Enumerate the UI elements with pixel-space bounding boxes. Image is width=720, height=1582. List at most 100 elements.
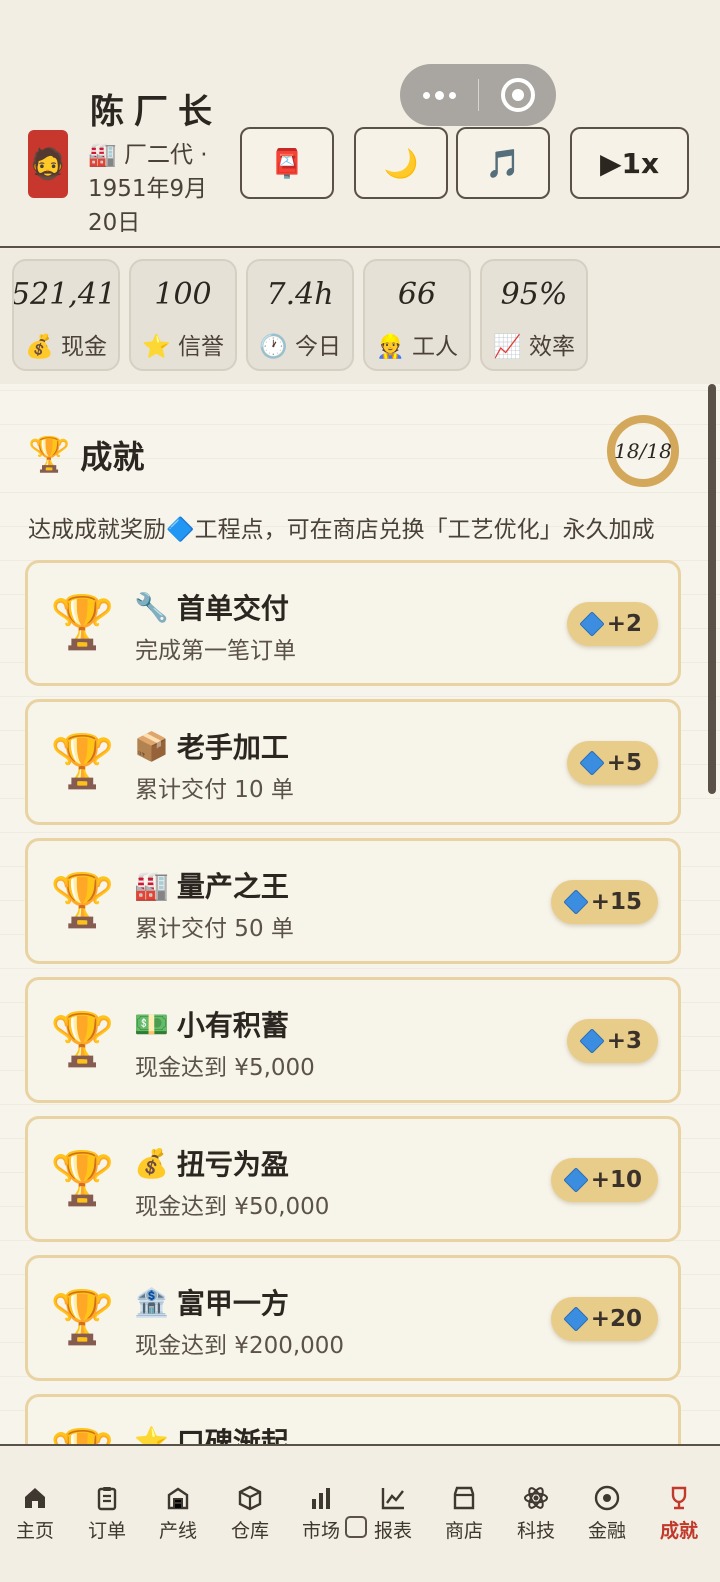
stat-label: 📈 效率	[493, 334, 575, 360]
dot-icon	[448, 91, 456, 99]
mailbox-icon: 📮	[269, 146, 305, 180]
achievement-title-row: 📦 老手加工	[134, 726, 289, 766]
diamond-icon	[562, 889, 589, 915]
achievement-title: 富甲一方	[176, 1287, 289, 1320]
nav-item-0[interactable]: 主页	[0, 1482, 70, 1543]
achievement-title-row: 🔧 首单交付	[134, 587, 289, 627]
more-menu-button[interactable]	[400, 64, 478, 126]
nav-label: 科技	[516, 1520, 555, 1542]
achievement-card[interactable]: 🏆 🔧 首单交付 完成第一笔订单 +2	[25, 560, 681, 686]
dot-icon	[434, 90, 444, 100]
trophy-icon: 🏆	[50, 871, 115, 931]
reward-value: +5	[606, 750, 642, 776]
scrollbar[interactable]	[708, 384, 716, 794]
nav-item-1[interactable]: 订单	[72, 1482, 142, 1543]
achievement-card[interactable]: 🏆 💵 小有积蓄 现金达到 ¥5,000 +3	[25, 977, 681, 1103]
achievement-title-row: ⭐ 口碑渐起	[134, 1421, 289, 1445]
bottom-nav: 主页 订单 产线 仓库 市场 报表 商店 科技 金融 成就	[0, 1444, 720, 1582]
achievement-emoji-icon: 📦	[134, 729, 169, 763]
diamond-icon	[578, 1028, 605, 1054]
trophy-icon: 🏆	[50, 593, 115, 653]
achievement-title: 首单交付	[176, 592, 289, 625]
trophy-icon: 🏆	[50, 1149, 115, 1209]
achievement-desc: 现金达到 ¥50,000	[135, 1194, 330, 1220]
section-header: 🏆 成就	[28, 432, 144, 478]
achievement-card[interactable]: 🏆 💰 扭亏为盈 现金达到 ¥50,000 +10	[25, 1116, 681, 1242]
achievement-title-row: 🏦 富甲一方	[134, 1282, 289, 1322]
stat-value: 100	[154, 277, 212, 312]
speed-button[interactable]: ▶1x	[570, 127, 689, 199]
achievement-card[interactable]: 🏆 ⭐ 口碑渐起	[25, 1394, 681, 1444]
achievement-title: 老手加工	[176, 731, 289, 764]
achievement-card[interactable]: 🏆 📦 老手加工 累计交付 10 单 +5	[25, 699, 681, 825]
stat-today[interactable]: 7.4h 🕐 今日	[246, 259, 354, 371]
nav-label: 主页	[15, 1520, 54, 1542]
diamond-icon	[562, 1306, 589, 1332]
stat-label: 🕐 今日	[259, 334, 341, 360]
diamond-icon	[562, 1167, 589, 1193]
nav-item-7[interactable]: 科技	[501, 1482, 571, 1543]
diamond-icon	[578, 750, 605, 776]
nav-item-6[interactable]: 商店	[429, 1482, 499, 1543]
achievement-emoji-icon: 🔧	[134, 590, 169, 624]
shop-icon	[453, 1486, 475, 1510]
nav-item-5[interactable]: 报表	[358, 1482, 428, 1543]
achievement-title-row: 💰 扭亏为盈	[134, 1143, 289, 1183]
trophy-icon: 🏆	[28, 435, 71, 475]
nav-item-3[interactable]: 仓库	[215, 1482, 285, 1543]
nav-item-9[interactable]: 成就	[644, 1482, 714, 1543]
achievement-progress-ring: 18/18	[606, 414, 680, 488]
achievement-title-row: 🏭 量产之王	[134, 865, 289, 905]
nav-label: 报表	[373, 1520, 412, 1542]
music-toggle-button[interactable]: 🎵	[456, 127, 550, 199]
reward-badge: +2	[566, 602, 658, 646]
nav-item-2[interactable]: 产线	[143, 1482, 213, 1543]
coin-icon	[594, 1485, 620, 1511]
theme-toggle-button[interactable]: 🌙	[354, 127, 448, 199]
achievement-card[interactable]: 🏆 🏦 富甲一方 现金达到 ¥200,000 +20	[25, 1255, 681, 1381]
achievement-title: 扭亏为盈	[176, 1148, 289, 1181]
section-title: 成就	[80, 438, 145, 476]
avatar[interactable]: 🧔	[28, 130, 68, 198]
box-icon	[238, 1485, 262, 1511]
reward-value: +3	[606, 1028, 642, 1054]
player-subtitle: 🏭 厂二代 · 1951年9月20日	[88, 142, 208, 236]
clipboard-icon	[97, 1487, 117, 1511]
achievement-desc: 现金达到 ¥5,000	[135, 1055, 315, 1081]
stat-cash[interactable]: 7,521,41 💰 现金	[12, 259, 120, 371]
stat-efficiency[interactable]: 95% 📈 效率	[480, 259, 588, 371]
stat-workers[interactable]: 66 👷 工人	[363, 259, 471, 371]
section-description: 达成成就奖励🔷工程点，可在商店兑换「工艺优化」永久加成	[28, 517, 655, 543]
achievement-desc: 累计交付 50 单	[135, 916, 294, 942]
bar-chart-icon	[312, 1488, 330, 1509]
atom-icon	[524, 1487, 548, 1509]
achievement-title: 量产之王	[176, 870, 289, 903]
trophy-icon: 🏆	[50, 1010, 115, 1070]
stats-bar: 7,521,41 💰 现金 100 ⭐ 信誉 7.4h 🕐 今日 66 👷 工人…	[0, 249, 720, 384]
reward-badge: +3	[566, 1019, 658, 1063]
achievement-desc: 现金达到 ¥200,000	[135, 1333, 345, 1359]
trophy-icon: 🏆	[50, 1288, 115, 1348]
nav-label: 商店	[444, 1520, 483, 1542]
achievement-emoji-icon: 💵	[134, 1007, 169, 1041]
close-miniprogram-button[interactable]	[479, 64, 556, 126]
reward-badge: +20	[550, 1297, 658, 1341]
achievement-title-row: 💵 小有积蓄	[134, 1004, 289, 1044]
trophy-icon: 🏆	[50, 1427, 115, 1444]
achievement-title: 小有积蓄	[176, 1009, 289, 1042]
stat-value: 66	[397, 277, 437, 312]
home-icon	[25, 1488, 45, 1508]
mail-button[interactable]: 📮	[240, 127, 334, 199]
stat-label: ⭐ 信誉	[142, 334, 224, 360]
achievement-emoji-icon: 🏦	[134, 1285, 169, 1319]
header: 🧔 陈厂长 🏭 厂二代 · 1951年9月20日 📮 🌙 🎵 ▶1x	[0, 0, 720, 248]
stat-value: 95%	[500, 277, 568, 312]
nav-item-8[interactable]: 金融	[572, 1482, 642, 1543]
stat-reputation[interactable]: 100 ⭐ 信誉	[129, 259, 237, 371]
nav-label: 成就	[659, 1520, 698, 1542]
achievements-panel[interactable]: 🏆 成就 18/18 达成成就奖励🔷工程点，可在商店兑换「工艺优化」永久加成 🏆…	[0, 384, 720, 1444]
target-icon	[500, 78, 535, 112]
line-chart-icon	[381, 1488, 404, 1510]
nav-label: 订单	[87, 1520, 126, 1542]
achievement-card[interactable]: 🏆 🏭 量产之王 累计交付 50 单 +15	[25, 838, 681, 964]
